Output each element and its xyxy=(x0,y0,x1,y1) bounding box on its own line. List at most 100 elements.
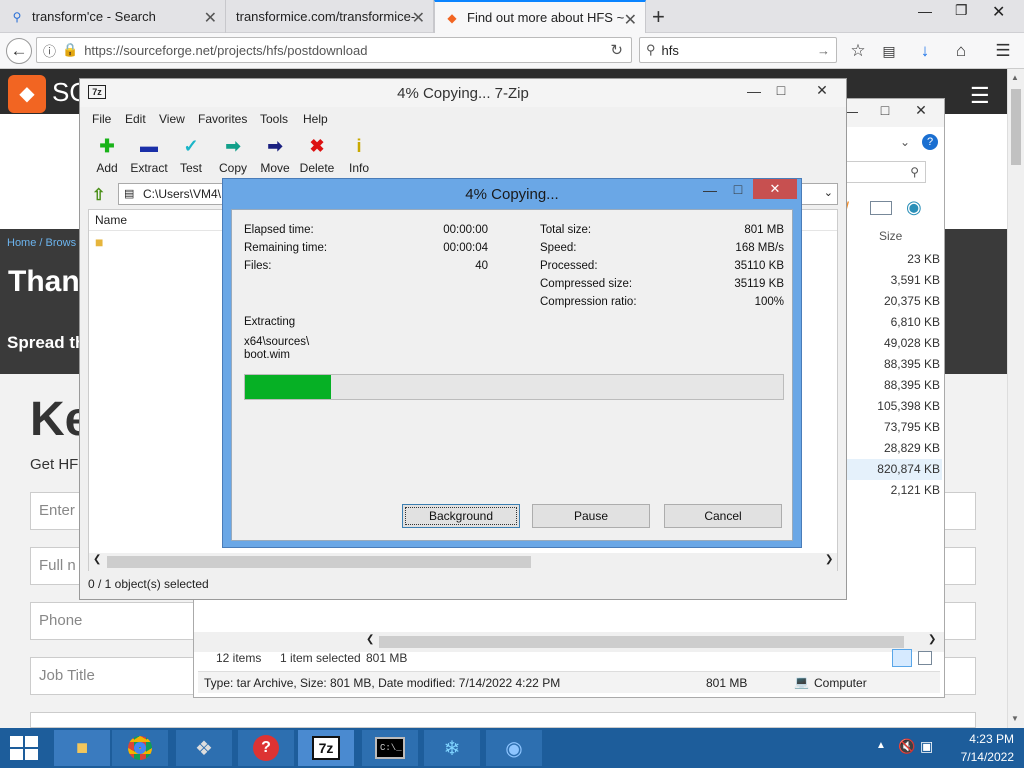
view-icon[interactable] xyxy=(870,201,892,215)
test-button[interactable]: ✓ Test xyxy=(169,135,213,175)
search-icon: ⚲ xyxy=(910,165,919,179)
chevron-down-icon[interactable]: ⌄ xyxy=(900,135,910,149)
time-stat-row: Elapsed time: 00:00:00 xyxy=(244,224,488,242)
search-input[interactable]: hfs xyxy=(662,43,679,58)
chrome-icon[interactable] xyxy=(112,730,168,766)
scroll-thumb[interactable] xyxy=(1011,89,1021,165)
maximize-icon[interactable]: □ xyxy=(870,102,900,118)
start-icon[interactable] xyxy=(10,736,38,760)
show-hidden-icons-icon[interactable]: ▲ xyxy=(876,740,886,751)
new-tab-icon[interactable]: + xyxy=(652,4,665,30)
info-button[interactable]: i Info xyxy=(337,135,381,175)
minimize-icon[interactable]: — xyxy=(695,182,725,198)
size-stat-row: Speed: 168 MB/s xyxy=(540,242,784,260)
scroll-right-icon[interactable]: ❯ xyxy=(825,554,833,565)
section-subheading: Get HF xyxy=(30,456,79,473)
7zip-icon[interactable]: 7z xyxy=(298,730,354,766)
file-explorer-icon[interactable]: ■ xyxy=(54,730,110,766)
delete-icon: ✖ xyxy=(309,136,325,156)
terminal-icon[interactable]: C:\_ xyxy=(362,730,418,766)
close-window-icon[interactable]: ✕ xyxy=(992,2,1005,22)
close-tab-icon[interactable]: ✕ xyxy=(624,10,637,30)
network-icon[interactable]: ◉ xyxy=(486,730,542,766)
hamburger-menu-icon[interactable]: ☰ xyxy=(970,83,990,109)
cancel-button[interactable]: Cancel xyxy=(664,504,782,528)
reload-icon[interactable]: ↻ xyxy=(610,41,623,59)
scroll-down-icon[interactable]: ▼ xyxy=(1011,714,1019,723)
time-stat-value: 00:00:04 xyxy=(443,242,488,254)
page-scrollbar[interactable]: ▲ ▼ xyxy=(1007,69,1024,728)
scroll-right-icon[interactable]: ❯ xyxy=(928,634,936,645)
tab-strip: ⚲ transform'ce - Search ✕ transformice.c… xyxy=(0,0,1024,33)
copy-button[interactable]: ➡ Copy xyxy=(211,135,255,175)
clock[interactable]: 4:23 PM 7/14/2022 xyxy=(950,732,1014,764)
back-icon[interactable]: ← xyxy=(6,38,32,64)
scroll-thumb[interactable] xyxy=(379,636,904,648)
bookmark-star-icon[interactable]: ☆ xyxy=(845,38,871,64)
chevron-down-icon[interactable]: ⌄ xyxy=(824,186,833,199)
add-button[interactable]: ✚ Add xyxy=(85,135,129,175)
file-list-hscroll[interactable]: ❮ ❯ xyxy=(89,553,837,571)
move-button[interactable]: ➡ Move xyxy=(253,135,297,175)
action-label: Extracting xyxy=(244,316,296,328)
globe-icon[interactable]: ◉ xyxy=(906,197,922,218)
url-bar[interactable]: ⓘ 🔒 https://sourceforge.net/projects/hfs… xyxy=(36,37,632,63)
close-icon[interactable]: ✕ xyxy=(906,102,936,119)
details-view-icon[interactable] xyxy=(892,649,912,667)
download-icon[interactable]: ↓ xyxy=(912,38,938,64)
size-stat-value: 168 MB/s xyxy=(735,242,784,254)
column-header-name[interactable]: Name xyxy=(95,213,127,227)
explorer-hscroll[interactable]: ❮ ❯ xyxy=(194,632,944,652)
search-bar[interactable]: ⚲ hfs → xyxy=(639,37,837,63)
scroll-up-icon[interactable]: ▲ xyxy=(1011,73,1019,82)
column-header-size[interactable]: Size xyxy=(879,229,902,243)
toolbar-label: Add xyxy=(96,161,118,175)
explorer-search-input[interactable]: ⚲ xyxy=(846,161,926,183)
extra-field[interactable] xyxy=(30,712,976,728)
folder-icon[interactable]: ■ xyxy=(95,234,103,250)
size-cell: 6,810 KB xyxy=(890,315,940,329)
volume-muted-icon[interactable]: 🔇 xyxy=(898,738,915,755)
home-icon[interactable]: ⌂ xyxy=(948,38,974,64)
close-tab-icon[interactable]: ✕ xyxy=(204,8,217,28)
large-icons-view-icon[interactable] xyxy=(918,651,932,665)
help-icon[interactable]: ? xyxy=(238,730,294,766)
scroll-thumb[interactable] xyxy=(107,556,531,568)
size-cell: 73,795 KB xyxy=(883,420,940,434)
help-icon[interactable]: ? xyxy=(922,134,938,150)
breadcrumb[interactable]: Home / Brows xyxy=(7,237,76,249)
unity-icon[interactable]: ❖ xyxy=(176,730,232,766)
close-icon[interactable]: ✕ xyxy=(753,179,797,199)
size-cell: 20,375 KB xyxy=(883,294,940,308)
tab-title: Find out more about HFS ~ xyxy=(467,10,625,25)
network-status-icon[interactable]: ▣ xyxy=(920,738,933,755)
sourceforge-logo[interactable]: ◆ xyxy=(8,75,46,113)
maximize-icon[interactable]: □ xyxy=(723,181,753,197)
scroll-left-icon[interactable]: ❮ xyxy=(366,634,374,645)
sourceforge-icon: ◆ xyxy=(447,10,457,25)
minimize-icon[interactable]: — xyxy=(918,3,932,19)
search-go-icon[interactable]: → xyxy=(817,43,830,58)
extract-button[interactable]: ▬ Extract xyxy=(127,135,171,175)
info-icon[interactable]: ⓘ xyxy=(43,41,56,60)
close-tab-icon[interactable]: ✕ xyxy=(412,8,425,28)
restore-icon[interactable]: ❐ xyxy=(955,2,968,19)
search-icon: ⚲ xyxy=(646,42,656,57)
time-stats: Elapsed time: 00:00:00 Remaining time: 00:0… xyxy=(244,224,488,278)
progress-dialog: 4% Copying... — □ ✕ Elapsed time: 00:00:0… xyxy=(222,178,802,548)
background-button[interactable]: Background xyxy=(402,504,520,528)
delete-button[interactable]: ✖ Delete xyxy=(295,135,339,175)
app-icon[interactable]: ❄ xyxy=(424,730,480,766)
reader-list-icon[interactable]: ▤ xyxy=(876,38,902,64)
up-folder-icon[interactable]: ⇧ xyxy=(92,185,105,205)
file-info-location: Computer xyxy=(814,676,867,690)
size-stat-label: Compressed size: xyxy=(540,278,633,290)
clock-time: 4:23 PM xyxy=(969,732,1014,746)
browser-tab[interactable]: ⚲ transform'ce - Search ✕ xyxy=(0,0,226,33)
scroll-left-icon[interactable]: ❮ xyxy=(93,554,101,565)
browser-tab-active[interactable]: ◆ Find out more about HFS ~ ✕ xyxy=(434,0,646,33)
browser-tab[interactable]: transformice.com/transformice- ✕ xyxy=(226,0,434,33)
pause-button[interactable]: Pause xyxy=(532,504,650,528)
menu-icon[interactable]: ☰ xyxy=(990,38,1016,64)
current-file-path: x64\sources\ xyxy=(244,336,310,348)
